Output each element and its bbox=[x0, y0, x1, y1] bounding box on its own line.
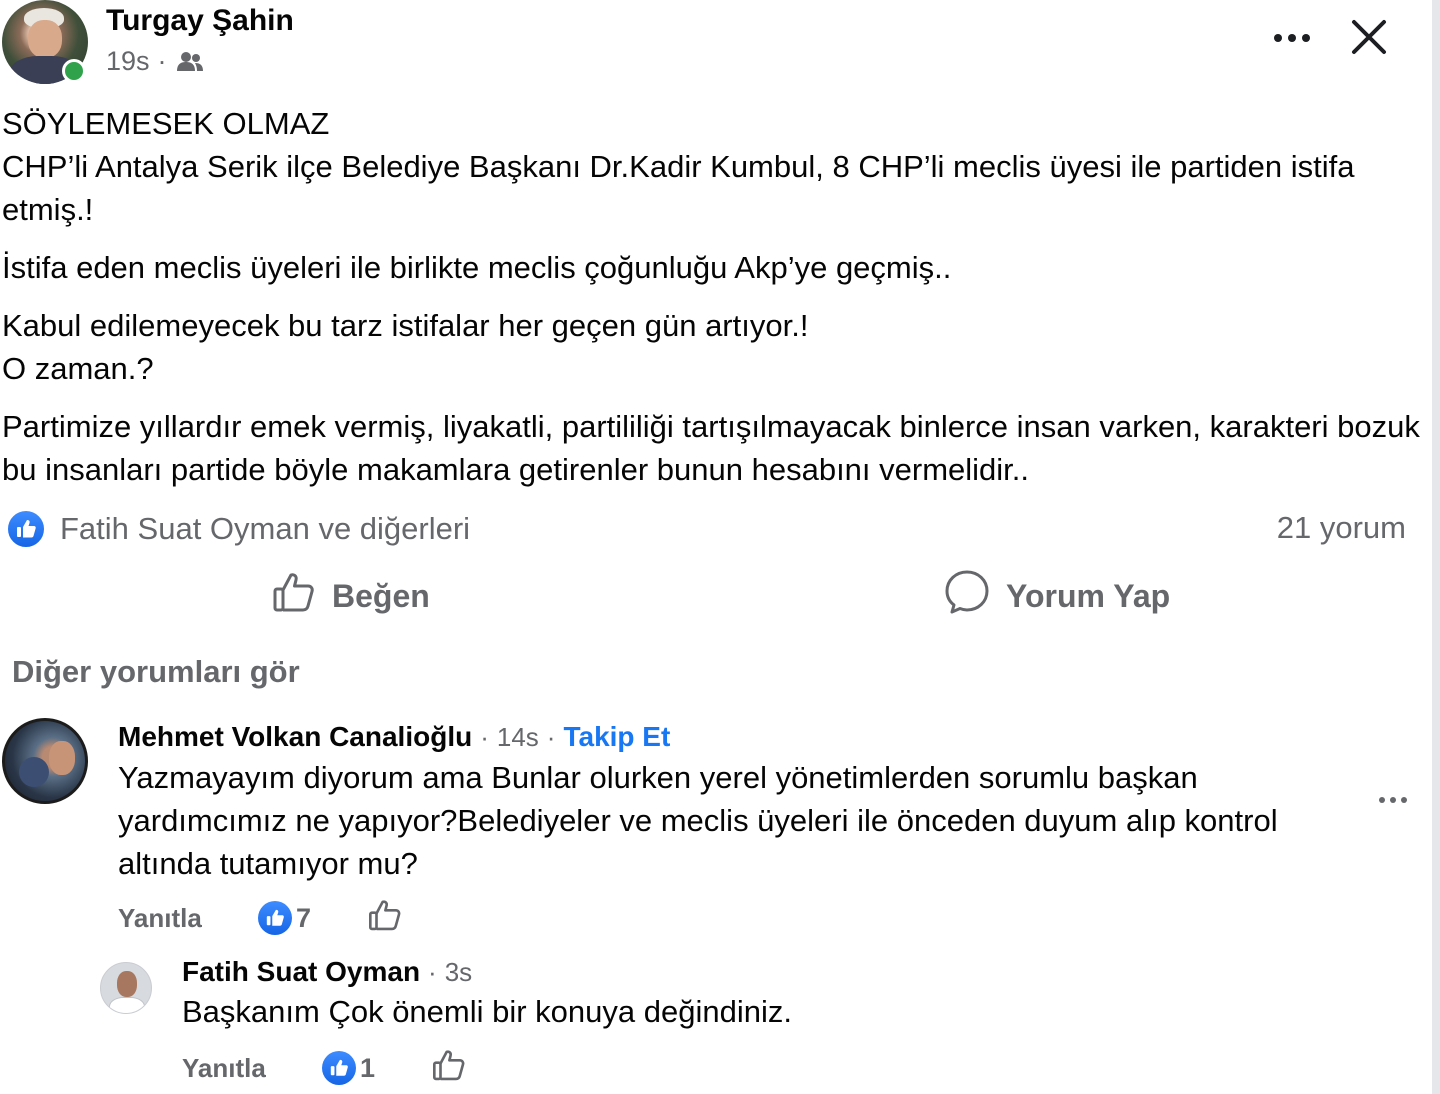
reactions-text[interactable]: Fatih Suat Oyman ve diğerleri bbox=[60, 511, 470, 547]
follow-link[interactable]: Takip Et bbox=[563, 721, 670, 753]
comment-bubble-icon bbox=[944, 569, 990, 623]
friends-icon bbox=[175, 49, 205, 75]
post-author-name[interactable]: Turgay Şahin bbox=[106, 4, 294, 38]
reactions-summary[interactable]: Fatih Suat Oyman ve diğerleri bbox=[6, 508, 470, 550]
comment-actions: Yanıtla 7 bbox=[118, 898, 402, 938]
avatar-face bbox=[49, 741, 75, 775]
scrollbar[interactable] bbox=[1432, 0, 1440, 1094]
reply-button[interactable]: Yanıtla bbox=[182, 1053, 322, 1084]
reply-commenter-name[interactable]: Fatih Suat Oyman bbox=[182, 956, 420, 988]
avatar-child bbox=[19, 757, 49, 787]
comment-header: Mehmet Volkan Canalioğlu · 14s · Takip E… bbox=[118, 718, 670, 756]
comment-text: Yazmayayım diyorum ama Bunlar olurken ye… bbox=[118, 760, 1278, 881]
meta-separator: · bbox=[157, 46, 167, 76]
post-paragraph: Kabul edilemeyecek bu tarz istifalar her… bbox=[2, 308, 809, 386]
view-more-comments-link[interactable]: Diğer yorumları gör bbox=[12, 654, 300, 690]
like-reaction-icon bbox=[322, 1051, 356, 1085]
reply-like-icon[interactable] bbox=[432, 1048, 466, 1089]
online-status-dot bbox=[62, 59, 86, 83]
comment-like-icon[interactable] bbox=[368, 898, 402, 939]
avatar-face bbox=[117, 971, 137, 997]
thumbs-up-icon bbox=[272, 570, 316, 622]
like-button-label: Beğen bbox=[332, 577, 430, 614]
reply-text: Başkanım Çok önemli bir konuya değindini… bbox=[182, 994, 792, 1029]
reply-button[interactable]: Yanıtla bbox=[118, 903, 258, 934]
meta-separator: · bbox=[480, 721, 489, 752]
comment-button[interactable]: Yorum Yap bbox=[944, 570, 1170, 622]
post-paragraph: SÖYLEMESEK OLMAZ CHP’li Antalya Serik il… bbox=[2, 106, 1355, 227]
reply-actions: Yanıtla 1 bbox=[182, 1048, 466, 1088]
close-icon[interactable] bbox=[1346, 14, 1392, 60]
comment-button-label: Yorum Yap bbox=[1006, 577, 1171, 614]
comment-like-count: 7 bbox=[296, 902, 312, 933]
post-time[interactable]: 19s bbox=[106, 46, 150, 77]
reply-header: Fatih Suat Oyman · 3s bbox=[182, 954, 472, 990]
comment-count[interactable]: 21 yorum bbox=[1277, 510, 1406, 546]
avatar-shirt bbox=[109, 997, 145, 1013]
reply-commenter-avatar[interactable] bbox=[100, 962, 152, 1014]
commenter-avatar[interactable] bbox=[2, 718, 88, 804]
meta-separator: · bbox=[428, 956, 437, 987]
post-meta: 19s · bbox=[106, 46, 205, 77]
like-reaction-icon bbox=[258, 901, 292, 935]
post-text: SÖYLEMESEK OLMAZ CHP’li Antalya Serik il… bbox=[2, 102, 1422, 506]
like-button[interactable]: Beğen bbox=[272, 570, 430, 622]
comment-options-icon[interactable] bbox=[1372, 786, 1414, 814]
more-options-icon[interactable] bbox=[1268, 20, 1316, 56]
post-paragraph: Partimize yıllardır emek vermiş, liyakat… bbox=[2, 409, 1420, 487]
avatar-face bbox=[28, 20, 62, 58]
post-dialog: Turgay Şahin 19s · SÖYLEMESEK OLMAZ CHP’… bbox=[0, 0, 1440, 1094]
commenter-name[interactable]: Mehmet Volkan Canalioğlu bbox=[118, 721, 472, 753]
reply-reactions[interactable]: 1 bbox=[322, 1051, 432, 1085]
comment-time[interactable]: 14s bbox=[497, 722, 539, 753]
meta-separator: · bbox=[546, 721, 556, 752]
reply-like-count: 1 bbox=[360, 1052, 376, 1083]
post-paragraph: İstifa eden meclis üyeleri ile birlikte … bbox=[2, 250, 952, 285]
like-reaction-icon bbox=[6, 509, 46, 549]
comment-reactions[interactable]: 7 bbox=[258, 901, 368, 935]
reply-time[interactable]: 3s bbox=[445, 957, 472, 988]
